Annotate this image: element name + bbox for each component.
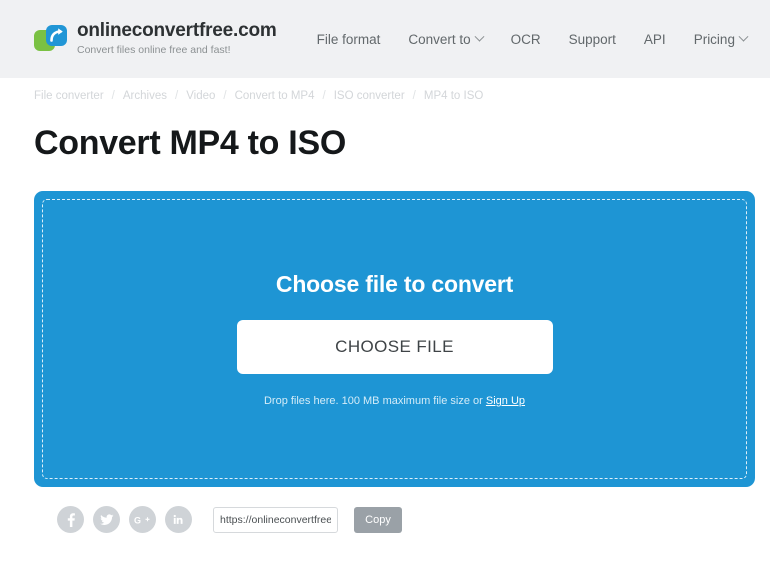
nav-item-pricing[interactable]: Pricing	[693, 31, 749, 47]
breadcrumb-item-iso-converter[interactable]: ISO converter	[334, 90, 405, 102]
facebook-icon	[67, 512, 75, 527]
breadcrumb-item-file-converter[interactable]: File converter	[34, 90, 104, 102]
logo-icon	[34, 23, 68, 55]
breadcrumb-separator: /	[223, 90, 227, 102]
nav-label: File format	[316, 31, 381, 47]
nav-item-ocr[interactable]: OCR	[511, 32, 541, 47]
nav-item-support[interactable]: Support	[569, 32, 616, 47]
copy-url-button[interactable]: Copy	[354, 506, 402, 533]
google-plus-icon: G	[134, 515, 149, 525]
twitter-icon	[100, 514, 114, 525]
breadcrumb-item-current: MP4 to ISO	[423, 90, 484, 102]
brand-logo[interactable]: onlineconvertfree.com Convert files onli…	[34, 20, 277, 57]
facebook-share-button[interactable]	[57, 506, 84, 533]
breadcrumb-item-video[interactable]: Video	[186, 90, 215, 102]
file-dropzone[interactable]: Choose file to convert CHOOSE FILE Drop …	[34, 191, 755, 487]
svg-text:G: G	[134, 515, 141, 525]
nav-label: OCR	[510, 31, 541, 47]
nav-item-file-format[interactable]: File format	[317, 32, 381, 47]
nav-label: Pricing	[693, 31, 735, 47]
choose-file-button[interactable]: CHOOSE FILE	[236, 320, 553, 374]
dropzone-hint: Drop files here. 100 MB maximum file siz…	[264, 395, 525, 407]
arrow-icon	[50, 28, 63, 42]
nav-item-convert-to[interactable]: Convert to	[408, 31, 485, 47]
breadcrumb-item-archives[interactable]: Archives	[123, 90, 167, 102]
brand-tagline: Convert files online free and fast!	[77, 44, 231, 57]
page-title: Convert MP4 to ISO	[34, 124, 346, 162]
nav-label: Convert to	[408, 31, 471, 47]
breadcrumb-separator: /	[412, 90, 416, 102]
linkedin-share-button[interactable]	[165, 506, 192, 533]
breadcrumb: File converter / Archives / Video / Conv…	[0, 78, 770, 102]
site-header: onlineconvertfree.com Convert files onli…	[0, 0, 770, 78]
nav-label: API	[643, 31, 666, 47]
dropzone-hint-text: Drop files here. 100 MB maximum file siz…	[263, 395, 486, 407]
breadcrumb-separator: /	[111, 90, 115, 102]
nav-label: Support	[568, 31, 616, 47]
share-bar: G Copy	[57, 506, 770, 533]
dropzone-heading: Choose file to convert	[275, 271, 514, 297]
twitter-share-button[interactable]	[93, 506, 120, 533]
breadcrumb-separator: /	[322, 90, 326, 102]
breadcrumb-item-convert-to-mp4[interactable]: Convert to MP4	[235, 90, 315, 102]
breadcrumb-separator: /	[174, 90, 179, 102]
linkedin-icon	[173, 514, 183, 524]
nav-item-api[interactable]: API	[644, 32, 666, 47]
chevron-down-icon	[738, 31, 749, 42]
chevron-down-icon	[474, 31, 485, 42]
brand-name: onlineconvertfree.com	[77, 20, 277, 42]
share-url-input[interactable]	[213, 506, 338, 533]
google-plus-share-button[interactable]: G	[129, 506, 156, 533]
main-navigation: File format Convert to OCR Support API P…	[317, 31, 749, 47]
sign-up-link[interactable]: Sign Up	[486, 395, 525, 407]
